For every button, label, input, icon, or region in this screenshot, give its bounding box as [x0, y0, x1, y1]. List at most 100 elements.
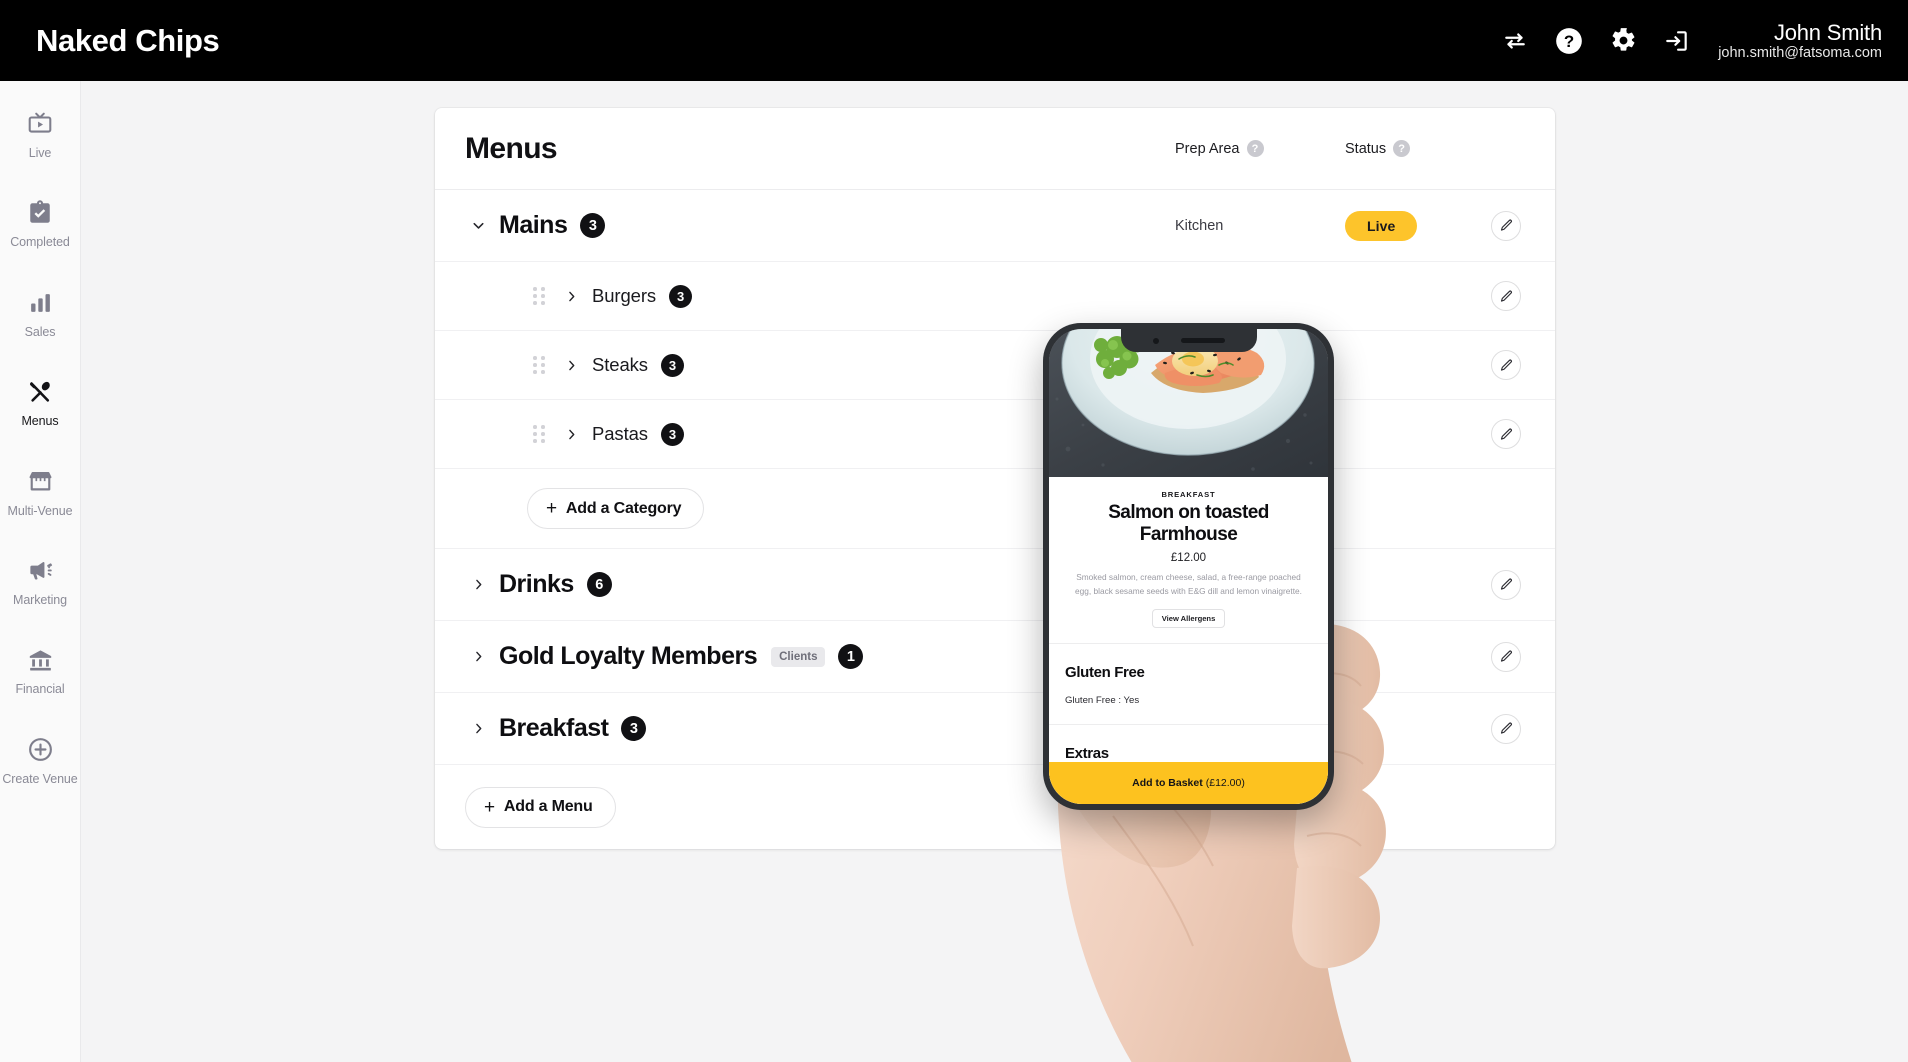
- menu-item-count: 6: [586, 572, 612, 597]
- help-circle-icon[interactable]: ?: [1542, 14, 1596, 68]
- category-name: Steaks: [592, 354, 648, 375]
- sidebar-item-label: Live: [28, 146, 52, 160]
- add-menu-label: Add a Menu: [503, 798, 593, 815]
- card-header: Menus Prep Area ? Status ?: [435, 108, 1555, 190]
- top-bar: Naked Chips ? John Smith john.smith@fats…: [0, 0, 1908, 81]
- help-icon[interactable]: ?: [1393, 140, 1411, 157]
- category-row-steaks[interactable]: Steaks 3: [435, 331, 1555, 400]
- edit-menu-button[interactable]: [1491, 641, 1521, 672]
- user-email: john.smith@fatsoma.com: [1718, 44, 1882, 61]
- add-menu-button[interactable]: + Add a Menu: [465, 786, 616, 828]
- sidebar-item-label: Sales: [24, 324, 56, 339]
- chevron-right-icon[interactable]: [559, 358, 583, 373]
- clients-tag: Clients: [771, 646, 826, 667]
- menu-item-count: 3: [621, 716, 647, 741]
- sidebar-item-label: Menus: [21, 414, 59, 429]
- column-header-status-label: Status: [1345, 140, 1387, 157]
- category-row-burgers[interactable]: Burgers 3: [435, 262, 1555, 331]
- main-content: Menus Prep Area ? Status ? Mains 3 Kitch…: [81, 81, 1908, 1062]
- page-title: Menus: [465, 131, 558, 165]
- bar-chart-icon: [28, 288, 53, 318]
- prep-area-value: Kitchen: [1175, 217, 1224, 234]
- chevron-right-icon[interactable]: [465, 649, 491, 664]
- menu-row-gold-loyalty-members[interactable]: Gold Loyalty Members Clients 1: [435, 621, 1555, 693]
- add-category-row: + Add a Category: [435, 469, 1555, 549]
- plus-icon: +: [546, 498, 557, 519]
- topbar-actions: ? John Smith john.smith@fatsoma.com: [1488, 14, 1882, 68]
- app-brand: Naked Chips: [36, 22, 220, 58]
- menu-item-count: 3: [580, 213, 606, 238]
- drag-handle-icon[interactable]: [527, 356, 551, 374]
- live-tv-icon: [27, 109, 53, 139]
- chevron-right-icon[interactable]: [465, 577, 491, 592]
- category-item-count: 3: [669, 284, 693, 308]
- chevron-right-icon[interactable]: [559, 427, 583, 442]
- chevron-right-icon[interactable]: [559, 289, 583, 304]
- user-info[interactable]: John Smith john.smith@fatsoma.com: [1718, 20, 1882, 62]
- sidebar-item-label: Marketing: [13, 592, 67, 607]
- chevron-down-icon[interactable]: [465, 217, 491, 234]
- category-row-meta: [1465, 350, 1521, 380]
- user-name: John Smith: [1773, 19, 1882, 45]
- chevron-right-icon[interactable]: [465, 721, 491, 736]
- sidebar-item-sales[interactable]: Sales: [0, 276, 81, 349]
- sidebar-item-financial[interactable]: Financial: [0, 633, 81, 706]
- add-category-button[interactable]: + Add a Category: [527, 488, 705, 529]
- sidebar-item-create-venue[interactable]: Create Venue: [0, 723, 81, 796]
- drag-handle-icon[interactable]: [527, 425, 551, 443]
- menu-row-breakfast[interactable]: Breakfast 3: [435, 693, 1555, 765]
- sidebar: Live Completed Sales Menus Multi-Venue M…: [0, 81, 81, 1062]
- category-item-count: 3: [660, 353, 684, 377]
- plus-circle-icon: [27, 735, 54, 765]
- category-row-meta: [1465, 419, 1521, 449]
- help-icon[interactable]: ?: [1246, 140, 1264, 157]
- menu-row-mains[interactable]: Mains 3 Kitchen Live: [435, 190, 1555, 262]
- svg-text:?: ?: [1564, 32, 1574, 51]
- menu-row-meta: [1175, 569, 1521, 600]
- category-row-meta: [1465, 281, 1521, 311]
- drag-handle-icon[interactable]: [527, 287, 551, 305]
- menu-name: Gold Loyalty Members: [499, 642, 758, 670]
- sidebar-item-live[interactable]: Live: [0, 97, 81, 170]
- status-cell: Live: [1345, 210, 1465, 241]
- sidebar-item-label: Multi-Venue: [7, 503, 73, 518]
- status-badge[interactable]: Live: [1345, 210, 1418, 241]
- sidebar-item-label: Create Venue: [2, 771, 78, 786]
- sidebar-item-marketing[interactable]: Marketing: [0, 544, 81, 617]
- column-header-status: Status ?: [1345, 140, 1465, 157]
- sidebar-item-label: Completed: [10, 235, 70, 250]
- edit-menu-button[interactable]: [1491, 569, 1521, 600]
- menu-name: Mains: [499, 211, 568, 239]
- logout-icon[interactable]: [1650, 14, 1704, 68]
- bank-icon: [27, 645, 54, 675]
- sidebar-item-label: Financial: [15, 682, 65, 697]
- gear-icon[interactable]: [1596, 14, 1650, 68]
- edit-menu-button[interactable]: [1491, 210, 1521, 241]
- storefront-icon: [27, 467, 54, 497]
- clipboard-check-icon: [27, 198, 53, 228]
- menu-name: Breakfast: [499, 714, 609, 742]
- plus-icon: +: [484, 796, 495, 818]
- menu-item-count: 1: [838, 644, 864, 669]
- swap-arrows-icon[interactable]: [1488, 14, 1542, 68]
- column-header-prep-area: Prep Area ?: [1175, 140, 1345, 157]
- menu-row-meta: Kitchen Live: [1175, 210, 1521, 241]
- add-menu-row: + Add a Menu: [435, 765, 1555, 849]
- menu-row-meta: [1175, 641, 1521, 672]
- sidebar-item-menus[interactable]: Menus: [0, 365, 81, 438]
- edit-category-button[interactable]: [1491, 419, 1521, 449]
- edit-menu-button[interactable]: [1491, 713, 1521, 744]
- menu-row-meta: [1175, 713, 1521, 744]
- category-name: Burgers: [592, 285, 657, 306]
- category-row-pastas[interactable]: Pastas 3: [435, 400, 1555, 469]
- column-headers: Prep Area ? Status ?: [1175, 140, 1521, 157]
- add-category-label: Add a Category: [565, 499, 682, 517]
- cutlery-icon: [27, 377, 54, 407]
- menu-row-drinks[interactable]: Drinks 6: [435, 549, 1555, 621]
- sidebar-item-completed[interactable]: Completed: [0, 186, 81, 259]
- sidebar-item-multi-venue[interactable]: Multi-Venue: [0, 455, 81, 528]
- edit-category-button[interactable]: [1491, 281, 1521, 311]
- category-name: Pastas: [592, 423, 648, 444]
- category-item-count: 3: [660, 422, 684, 446]
- edit-category-button[interactable]: [1491, 350, 1521, 380]
